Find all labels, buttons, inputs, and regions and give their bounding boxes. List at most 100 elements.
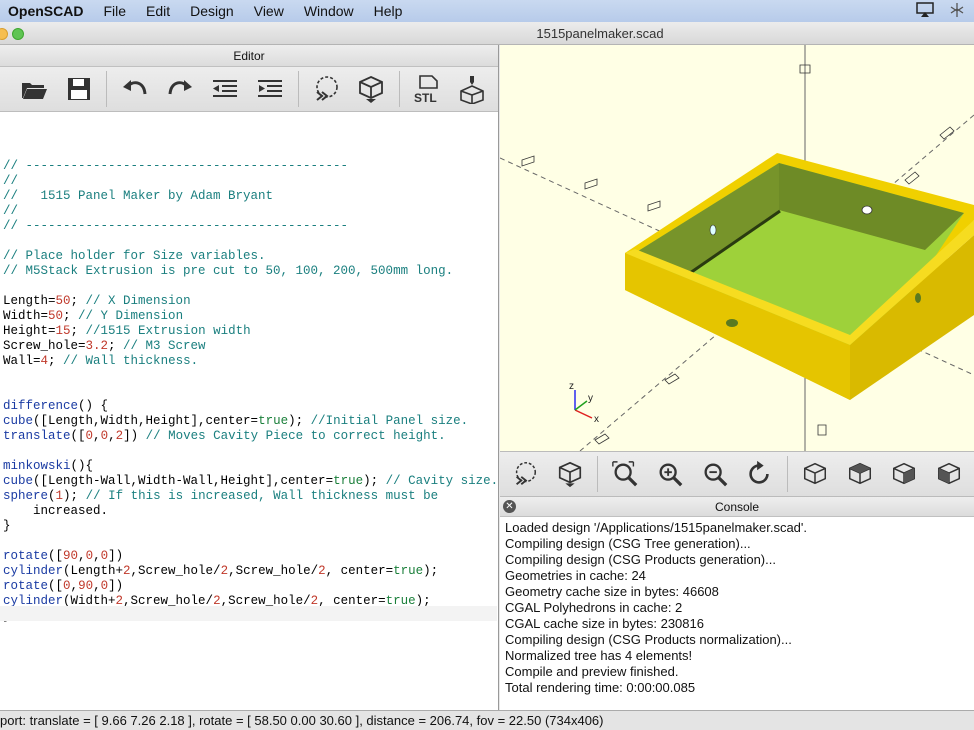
toolbar-separator: [398, 71, 400, 107]
code-line: cube([Length,Width,Height],center=true);…: [3, 414, 469, 428]
code-editor[interactable]: // -------------------------------------…: [0, 112, 498, 654]
code-line: // -------------------------------------…: [3, 219, 349, 233]
undo-icon: [122, 80, 147, 95]
code-line: Length=50; // X Dimension: [3, 294, 191, 308]
3d-viewport[interactable]: z x y: [500, 45, 974, 451]
menu-window[interactable]: Window: [294, 3, 364, 19]
view-top-button[interactable]: [840, 454, 879, 494]
viewer-toolbar: [500, 451, 974, 497]
code-line: cylinder(Length+2,Screw_hole/2,Screw_hol…: [3, 564, 439, 578]
code-line: //: [3, 204, 19, 218]
current-line-highlight: [0, 606, 497, 621]
code-line: // M5Stack Extrusion is pre cut to 50, 1…: [3, 264, 454, 278]
undo-button[interactable]: [115, 69, 154, 109]
menu-design[interactable]: Design: [180, 3, 244, 19]
view-all-button[interactable]: [606, 454, 645, 494]
menu-view[interactable]: View: [244, 3, 294, 19]
code-line: increased.: [3, 504, 109, 518]
screw-hole-front: [726, 319, 738, 327]
svg-text:STL: STL: [414, 91, 437, 104]
view-right-button[interactable]: [796, 454, 835, 494]
screw-hole-right: [915, 293, 921, 303]
render-button[interactable]: [352, 69, 391, 109]
code-line: sphere(1); // If this is increased, Wall…: [3, 489, 439, 503]
console-line: CGAL Polyhedrons in cache: 2: [505, 600, 683, 615]
view-bottom-button[interactable]: [885, 454, 924, 494]
console-line: Geometry cache size in bytes: 46608: [505, 584, 719, 599]
indent-button[interactable]: [251, 69, 290, 109]
code-line: //: [3, 174, 19, 188]
console-line: Total rendering time: 0:00:00.085: [505, 680, 696, 695]
preview-button[interactable]: [307, 69, 346, 109]
export-stl-button[interactable]: STL: [408, 69, 447, 109]
toolbar-separator: [106, 71, 108, 107]
app-menu[interactable]: OpenSCAD: [0, 3, 93, 19]
code-line: Width=50; // Y Dimension: [3, 309, 184, 323]
preview-icon: [316, 76, 338, 101]
code-line: difference() {: [3, 399, 109, 413]
viewer-preview-button[interactable]: [506, 454, 545, 494]
screw-hole-left: [709, 224, 717, 236]
console-line: Normalized tree has 4 elements!: [505, 648, 693, 663]
save-button[interactable]: [59, 69, 98, 109]
cube-bottom-view-icon: [893, 462, 916, 485]
console-title: Console: [714, 500, 760, 514]
menubar: OpenSCAD File Edit Design View Window He…: [0, 0, 974, 22]
console-output[interactable]: Loaded design '/Applications/1515panelma…: [500, 517, 974, 696]
code-line: Screw_hole=3.2; // M3 Screw: [3, 339, 206, 353]
editor-header: Editor: [0, 45, 498, 67]
unindent-icon: [212, 80, 237, 97]
console-panel: ✕ Console Loaded design '/Applications/1…: [500, 497, 974, 710]
menu-file[interactable]: File: [93, 3, 136, 19]
reset-view-button[interactable]: [740, 454, 779, 494]
code-line: rotate([0,90,0]): [3, 579, 124, 593]
console-line: Compiling design (CSG Tree generation)..…: [505, 536, 751, 551]
zoom-button[interactable]: [12, 28, 24, 40]
send-to-print-button[interactable]: [453, 69, 492, 109]
toolbar-separator: [786, 456, 788, 492]
code-line: Wall=4; // Wall thickness.: [3, 354, 199, 368]
render-cube-icon: [359, 76, 384, 103]
code-line: translate([0,0,2]) // Moves Cavity Piece…: [3, 429, 446, 443]
gizmo-y-axis: [574, 400, 588, 411]
console-line: Loaded design '/Applications/1515panelma…: [505, 520, 808, 535]
zoom-out-button[interactable]: [695, 454, 734, 494]
menu-help[interactable]: Help: [364, 3, 413, 19]
stl-export-icon: STL: [414, 75, 439, 104]
indent-icon: [258, 80, 283, 97]
redo-icon: [168, 80, 192, 95]
console-line: Compiling design (CSG Products generatio…: [505, 552, 776, 567]
reset-view-icon: [749, 460, 770, 484]
zoom-in-icon: [659, 463, 683, 487]
view-left-button[interactable]: [929, 454, 968, 494]
code-line: cube([Length-Wall,Width-Wall,Height],cen…: [3, 474, 499, 488]
gizmo-z-label: z: [569, 381, 574, 392]
viewer-render-button[interactable]: [551, 454, 590, 494]
code-line: minkowski(){: [3, 459, 94, 473]
window-title: 1515panelmaker.scad: [536, 26, 664, 41]
code-line: Height=15; //1515 Extrusion width: [3, 324, 251, 338]
console-line: Geometries in cache: 24: [505, 568, 646, 583]
minimize-button[interactable]: [0, 28, 8, 40]
toolbar-separator: [297, 71, 299, 107]
open-file-button[interactable]: [14, 69, 53, 109]
3d-print-icon: [460, 76, 485, 104]
screw-hole-back: [861, 205, 873, 215]
code-line: rotate([90,0,0]): [3, 549, 124, 563]
console-line: Compile and preview finished.: [505, 664, 679, 679]
unindent-button[interactable]: [205, 69, 244, 109]
code-line: // -------------------------------------…: [3, 159, 349, 173]
cube-right-view-icon: [803, 462, 826, 485]
zoom-in-button[interactable]: [651, 454, 690, 494]
status-bar: port: translate = [ 9.66 7.26 2.18 ], ro…: [0, 710, 974, 730]
console-header: ✕ Console: [500, 497, 974, 517]
menu-extra-icon[interactable]: [948, 2, 966, 18]
redo-button[interactable]: [160, 69, 199, 109]
airplay-icon[interactable]: [916, 2, 934, 18]
menu-edit[interactable]: Edit: [136, 3, 180, 19]
code-line: // 1515 Panel Maker by Adam Bryant: [3, 189, 274, 203]
